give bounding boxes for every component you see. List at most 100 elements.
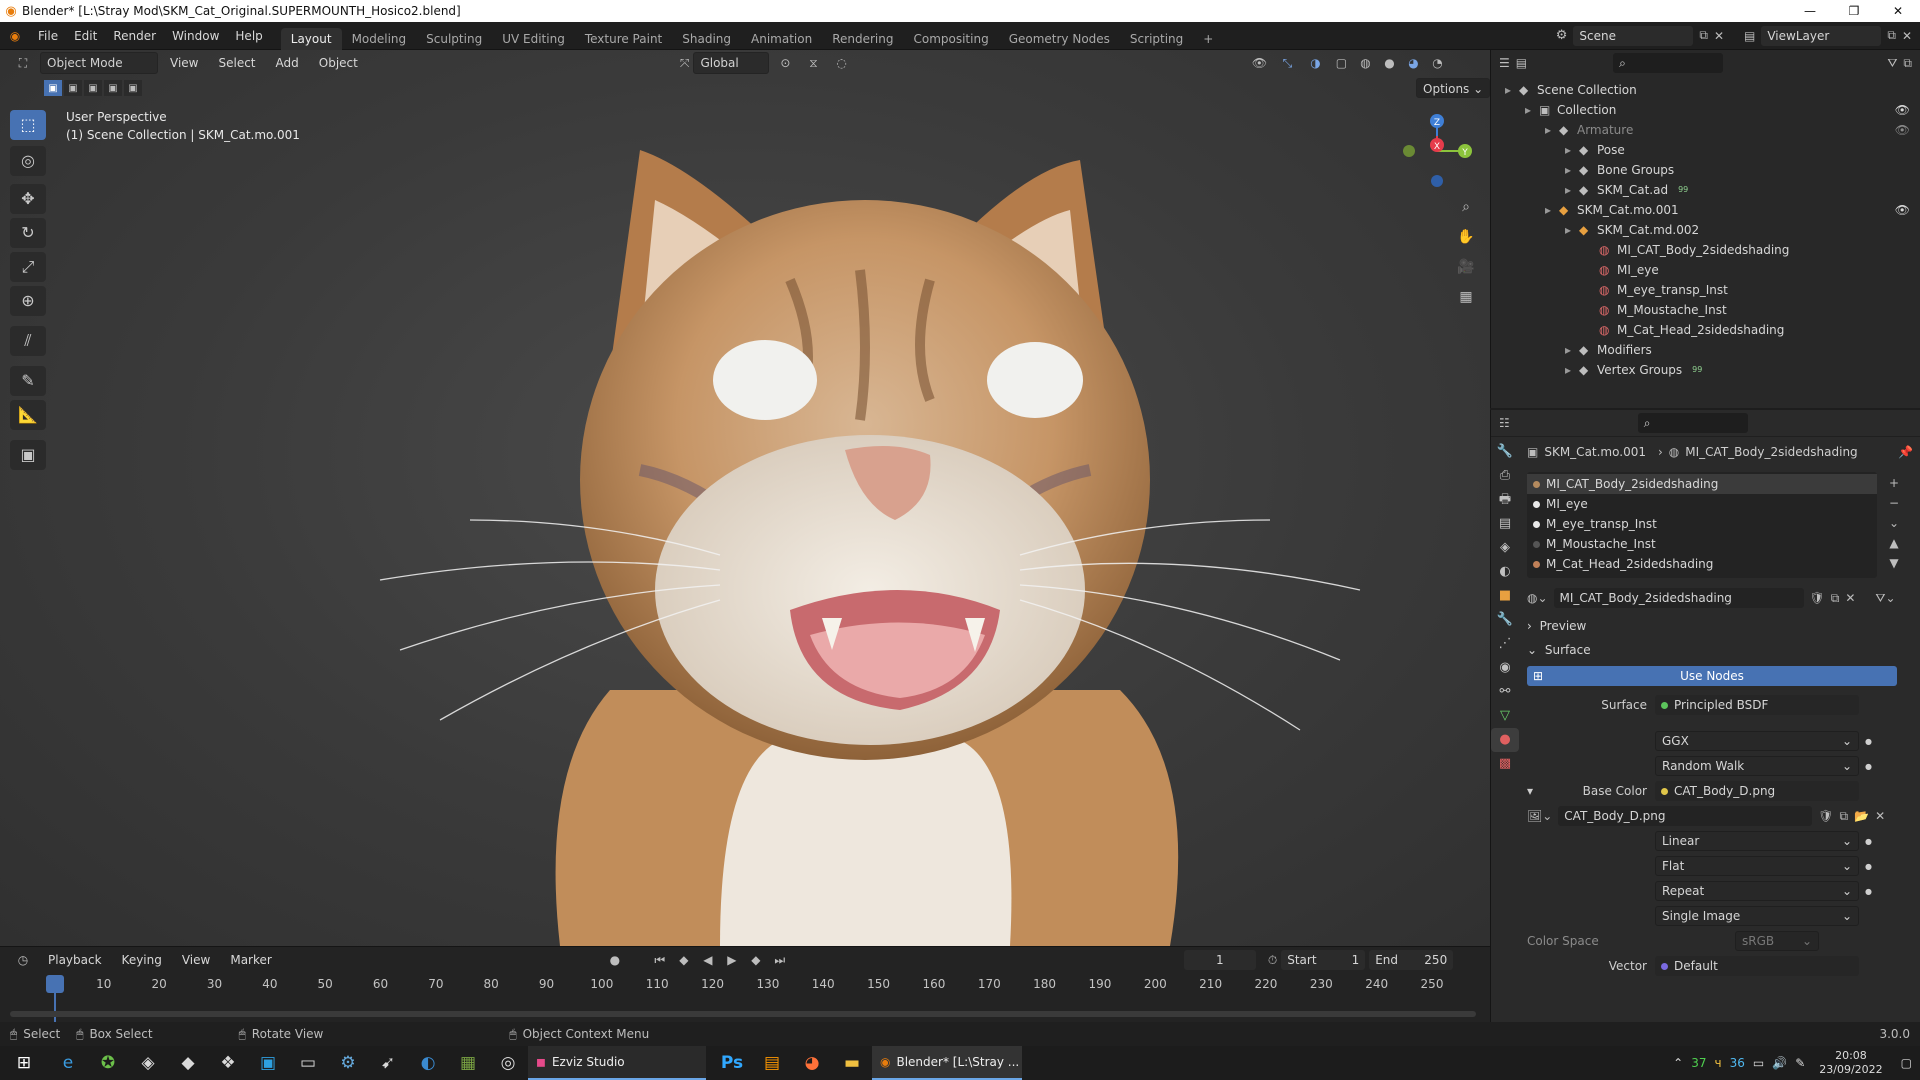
remove-slot-icon[interactable]: − bbox=[1889, 496, 1899, 510]
preview-range-icon[interactable]: ⏱ bbox=[1268, 953, 1277, 968]
select-new-icon[interactable]: ▣ bbox=[44, 80, 62, 96]
viewlayer-selector[interactable]: ViewLayer bbox=[1761, 25, 1882, 46]
marker-menu[interactable]: Marker bbox=[222, 946, 279, 974]
mode-selector[interactable]: Object Mode bbox=[40, 52, 158, 74]
keying-menu[interactable]: Keying bbox=[114, 946, 170, 974]
maximize-button[interactable]: ❐ bbox=[1832, 4, 1876, 18]
display-mode-icon[interactable]: ▤ bbox=[1516, 56, 1527, 70]
distribution-dropdown[interactable]: GGX ⌄ bbox=[1655, 731, 1859, 751]
shield-app-icon[interactable]: ◆ bbox=[168, 1046, 208, 1080]
visibility-eye-icon[interactable]: 👁 bbox=[1895, 120, 1910, 140]
playback-menu[interactable]: Playback bbox=[40, 946, 110, 974]
tab-geometry-nodes[interactable]: Geometry Nodes bbox=[999, 28, 1120, 50]
chevron-down-icon[interactable]: ▾ bbox=[1527, 784, 1539, 798]
minimize-button[interactable]: — bbox=[1788, 4, 1832, 18]
material-name-field[interactable]: MI_CAT_Body_2sidedshading bbox=[1553, 588, 1804, 608]
expand-toggle-icon[interactable]: ▸ bbox=[1525, 100, 1539, 120]
overlay-toggle-icon[interactable]: ◑ bbox=[1303, 56, 1327, 70]
start-frame-field[interactable]: Start 1 bbox=[1281, 950, 1366, 970]
expand-toggle-icon[interactable]: ▸ bbox=[1505, 80, 1519, 100]
camera-view-icon[interactable]: 🎥 bbox=[1455, 256, 1477, 278]
zoom-icon[interactable]: ⌕ bbox=[1455, 196, 1477, 218]
surface-shader-field[interactable]: Principled BSDF bbox=[1655, 695, 1859, 715]
proportional-edit-icon[interactable]: ◌ bbox=[829, 56, 853, 70]
rotate-tool[interactable]: ↻ bbox=[10, 218, 46, 248]
tab-sculpting[interactable]: Sculpting bbox=[416, 28, 492, 50]
tab-uv-editing[interactable]: UV Editing bbox=[492, 28, 575, 50]
close-button[interactable]: ✕ bbox=[1876, 4, 1920, 18]
move-down-icon[interactable]: ▼ bbox=[1889, 556, 1899, 570]
start-button-icon[interactable]: ⊞ bbox=[0, 1046, 48, 1080]
particles-tab-icon[interactable]: ⋰ bbox=[1491, 632, 1519, 656]
clock[interactable]: 20:08 23/09/2022 bbox=[1819, 1049, 1882, 1077]
visibility-icon[interactable]: 👁 bbox=[1247, 56, 1271, 70]
base-color-field[interactable]: CAT_Body_D.png bbox=[1655, 781, 1859, 801]
outliner-item[interactable]: ▸ ◆ Armature 👁 bbox=[1491, 120, 1920, 140]
open-image-icon[interactable]: 📂 bbox=[1854, 809, 1869, 823]
tray-flag-icon[interactable]: ч bbox=[1715, 1056, 1722, 1070]
solid-shading-icon[interactable]: ● bbox=[1379, 56, 1399, 70]
volume-icon[interactable]: 🔊 bbox=[1772, 1056, 1787, 1070]
fake-user-icon[interactable]: 🛡 bbox=[1818, 809, 1833, 823]
pivot-icon[interactable]: ⊙ bbox=[773, 56, 797, 70]
unlink-image-icon[interactable]: ✕ bbox=[1875, 809, 1885, 823]
3d-viewport[interactable]: User Perspective (1) Scene Collection | … bbox=[0, 50, 1490, 946]
wireframe-shading-icon[interactable]: ◍ bbox=[1355, 56, 1375, 70]
expand-toggle-icon[interactable]: ▸ bbox=[1565, 360, 1579, 380]
timeline-editor-icon[interactable]: ◷ bbox=[10, 953, 36, 967]
annotate-tool[interactable]: ⫽ bbox=[10, 326, 46, 356]
constraints-tab-icon[interactable]: ⚯ bbox=[1491, 680, 1519, 704]
add-cube-tool[interactable]: ▣ bbox=[10, 440, 46, 470]
rendered-shading-icon[interactable]: ◔ bbox=[1427, 56, 1447, 70]
steam-icon[interactable]: ⚙ bbox=[328, 1046, 368, 1080]
keyframe-dot-icon[interactable]: ● bbox=[1865, 862, 1872, 871]
minecraft-icon[interactable]: ▦ bbox=[448, 1046, 488, 1080]
properties-search-input[interactable]: ⌕ bbox=[1637, 413, 1748, 433]
outliner-item[interactable]: ▸ ◆ SKM_Cat.ad 99 bbox=[1491, 180, 1920, 200]
tab-scripting[interactable]: Scripting bbox=[1120, 28, 1193, 50]
projection-dropdown[interactable]: Flat ⌄ bbox=[1655, 856, 1859, 876]
view-layer-tab-icon[interactable]: ▤ bbox=[1491, 512, 1519, 536]
select-intersect-icon[interactable]: ▣ bbox=[124, 80, 142, 96]
vector-field[interactable]: Default bbox=[1655, 956, 1859, 976]
window-app-icon[interactable]: ▣ bbox=[248, 1046, 288, 1080]
duplicate-material-icon[interactable]: ⧉ bbox=[1831, 591, 1840, 606]
delete-scene-icon[interactable]: ✕ bbox=[1714, 29, 1724, 43]
viewport-menu-object[interactable]: Object bbox=[311, 49, 366, 77]
game-app-icon[interactable]: ❖ bbox=[208, 1046, 248, 1080]
taskbar-ezviz-studio[interactable]: ◼ Ezviz Studio bbox=[528, 1046, 706, 1080]
outliner-item[interactable]: ▸ ◆ Scene Collection bbox=[1491, 80, 1920, 100]
expand-toggle-icon[interactable]: ▸ bbox=[1565, 340, 1579, 360]
menu-edit[interactable]: Edit bbox=[66, 22, 105, 50]
play-reverse-icon[interactable]: ◀ bbox=[698, 953, 718, 967]
gizmo-toggle-icon[interactable]: ⤡ bbox=[1275, 56, 1299, 71]
new-scene-icon[interactable]: ⧉ bbox=[1699, 28, 1708, 43]
record-button-icon[interactable]: ● bbox=[604, 953, 626, 967]
surface-section[interactable]: ⌄ Surface bbox=[1527, 638, 1913, 662]
oculus-app-icon[interactable]: ▭ bbox=[288, 1046, 328, 1080]
expand-toggle-icon[interactable]: ▸ bbox=[1565, 140, 1579, 160]
transform-orientation-selector[interactable]: Global bbox=[693, 52, 770, 74]
world-tab-icon[interactable]: ◐ bbox=[1491, 560, 1519, 584]
expand-toggle-icon[interactable]: ▸ bbox=[1565, 180, 1579, 200]
material-tab-icon[interactable]: ● bbox=[1491, 728, 1519, 752]
menu-file[interactable]: File bbox=[30, 22, 66, 50]
preview-section[interactable]: › Preview bbox=[1527, 614, 1913, 638]
properties-editor-icon[interactable]: ☷ bbox=[1499, 416, 1510, 430]
taskbar-blender[interactable]: ◉ Blender* [L:\Stray ... bbox=[872, 1046, 1022, 1080]
outliner-item[interactable]: ◍ M_eye_transp_Inst bbox=[1491, 280, 1920, 300]
scene-selector[interactable]: Scene bbox=[1573, 25, 1694, 46]
material-slot[interactable]: M_Cat_Head_2sidedshading bbox=[1527, 554, 1877, 574]
material-slot[interactable]: M_eye_transp_Inst bbox=[1527, 514, 1877, 534]
viewport-menu-select[interactable]: Select bbox=[210, 49, 263, 77]
prev-keyframe-icon[interactable]: ◆ bbox=[674, 953, 694, 967]
outliner-item[interactable]: ▸ ◆ SKM_Cat.mo.001 👁 bbox=[1491, 200, 1920, 220]
scene-tab-icon[interactable]: ◈ bbox=[1491, 536, 1519, 560]
tray-counter-a[interactable]: 37 bbox=[1691, 1056, 1706, 1070]
unlink-material-icon[interactable]: ✕ bbox=[1845, 591, 1855, 605]
timeline-scrollbar[interactable] bbox=[10, 1011, 1476, 1017]
photoshop-icon[interactable]: Ps bbox=[712, 1046, 752, 1080]
new-viewlayer-icon[interactable]: ⧉ bbox=[1887, 28, 1896, 43]
outliner-search-input[interactable]: ⌕ bbox=[1613, 53, 1724, 73]
tab-rendering[interactable]: Rendering bbox=[822, 28, 903, 50]
